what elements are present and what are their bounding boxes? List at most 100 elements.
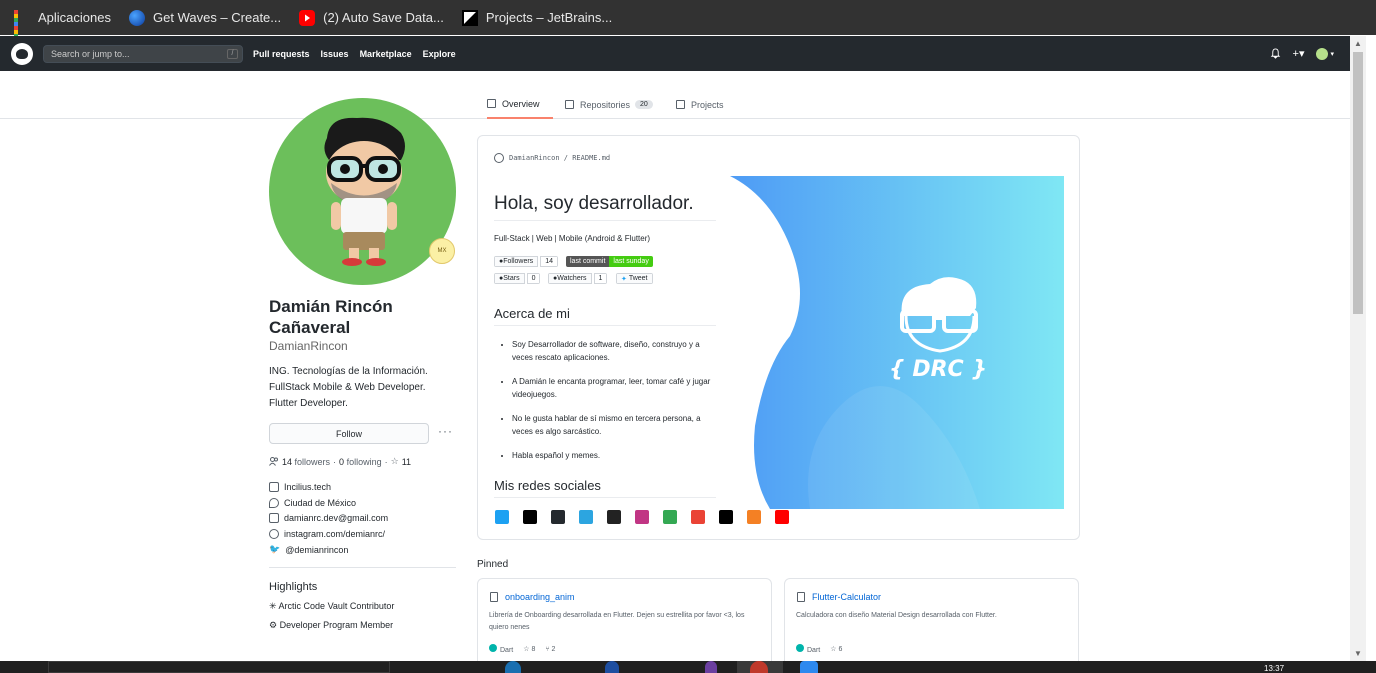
bookmark-label: Projects – JetBrains... [485, 10, 613, 25]
profile-avatar[interactable] [269, 98, 456, 285]
linkedin-icon[interactable] [523, 510, 537, 524]
facebook-icon[interactable] [719, 510, 733, 524]
os-taskbar [0, 661, 1376, 673]
status-badge[interactable]: MX [429, 238, 455, 264]
telegram-icon[interactable] [579, 510, 593, 524]
scroll-down-icon[interactable]: ▼ [1354, 649, 1362, 658]
detail-text[interactable]: @demianrincon [285, 545, 348, 555]
chrome-icon[interactable] [750, 661, 768, 673]
following-count: 0 [339, 456, 345, 467]
bio-line: FullStack Mobile & Web Developer. [269, 382, 426, 393]
link-icon [269, 529, 279, 539]
mail-icon [269, 513, 279, 523]
detail-text[interactable]: damianrc.dev@gmail.com [284, 513, 388, 523]
github-icon[interactable] [551, 510, 565, 524]
repo-description: Librería de Onboarding desarrollada en F… [489, 612, 745, 631]
gear-icon: ⚙ [269, 620, 280, 630]
followers-link[interactable]: 14 followers [282, 457, 330, 467]
banner-text: { DRC } [889, 357, 987, 382]
stars-count: 8 [531, 646, 536, 653]
language-label: Dart [807, 647, 821, 654]
tab-overview[interactable]: Overview [487, 90, 553, 119]
repo-name-link[interactable]: Flutter-Calculator [812, 592, 881, 602]
bookmark-label: (2) Auto Save Data... [323, 10, 444, 25]
scrollbar[interactable]: ▲ ▼ [1350, 36, 1366, 661]
repo-name-link[interactable]: onboarding_anim [505, 592, 575, 602]
create-new-button[interactable]: +▾ [1293, 47, 1305, 60]
badge-label: Followers [503, 258, 534, 265]
tab-repositories[interactable]: Repositories 20 [565, 90, 653, 119]
bookmark-youtube[interactable]: (2) Auto Save Data... [299, 9, 444, 26]
nav-explore[interactable]: Explore [423, 49, 456, 59]
detail-text: Ciudad de México [284, 498, 357, 508]
twitter-icon[interactable] [495, 510, 509, 524]
about-list: Soy Desarrollador de software, diseño, c… [512, 338, 717, 473]
highlight-item: ⚙ Developer Program Member [269, 620, 393, 631]
last-commit-badge[interactable]: last commit last sunday [566, 256, 653, 267]
github-icon-badge-label: ● Followers [494, 256, 539, 267]
watchers-badge[interactable]: ● Watchers 1 [548, 273, 608, 284]
codepen-icon[interactable] [607, 510, 621, 524]
gmail-icon[interactable] [691, 510, 705, 524]
detail-website[interactable]: instagram.com/demianrc/ [269, 529, 385, 539]
google-play-icon[interactable] [663, 510, 677, 524]
project-icon [676, 100, 685, 109]
bookmark-apps[interactable]: Aplicaciones [14, 9, 111, 46]
user-menu-button[interactable]: ▾ [1316, 47, 1334, 60]
stars-count: 6 [838, 646, 843, 653]
taskbar-search[interactable] [48, 661, 390, 673]
system-clock[interactable]: 13:37 [1264, 664, 1284, 673]
nav-issues[interactable]: Issues [321, 49, 349, 59]
tweet-badge[interactable]: ✦ Tweet [616, 273, 653, 284]
instagram-icon[interactable] [635, 510, 649, 524]
highlight-label[interactable]: Arctic Code Vault Contributor [279, 601, 395, 611]
profile-username: DamianRincon [269, 339, 348, 353]
repo-icon [797, 592, 805, 602]
readme-banner: { DRC } [730, 176, 1064, 509]
stars-badge[interactable]: ● Stars 0 [494, 273, 541, 284]
taskbar-app-icon[interactable] [705, 661, 717, 673]
nav-pull-requests[interactable]: Pull requests [253, 49, 310, 59]
profile-full-name: Damián Rincón Cañaveral [269, 297, 393, 337]
repo-stars[interactable]: ☆ 6 [830, 645, 842, 653]
github-logo-icon[interactable] [11, 42, 33, 65]
detail-text[interactable]: instagram.com/demianrc/ [284, 529, 385, 539]
scrollbar-thumb[interactable] [1353, 52, 1363, 314]
stackoverflow-icon[interactable] [747, 510, 761, 524]
following-link[interactable]: 0 following [339, 457, 382, 467]
highlight-item: ✳ Arctic Code Vault Contributor [269, 601, 394, 612]
search-input[interactable]: Search or jump to... / [43, 44, 243, 63]
bookmark-label: Aplicaciones [38, 10, 111, 25]
badge-label: last commit [566, 256, 610, 267]
detail-email[interactable]: damianrc.dev@gmail.com [269, 513, 388, 523]
followers-badge[interactable]: ● Followers 14 [494, 256, 558, 267]
nav-marketplace[interactable]: Marketplace [360, 49, 412, 59]
repo-count-badge: 20 [635, 100, 653, 109]
readme-card: DamianRincon / README.md Hola, soy desar… [477, 135, 1080, 540]
readme-path[interactable]: DamianRincon / README.md [494, 153, 610, 163]
detail-twitter[interactable]: 🐦 @demianrincon [269, 544, 348, 555]
taskbar-app-icon[interactable] [800, 661, 818, 673]
tab-projects[interactable]: Projects [676, 90, 724, 119]
scroll-up-icon[interactable]: ▲ [1354, 39, 1362, 48]
taskbar-app-icon[interactable] [605, 661, 619, 673]
bookmark-waves[interactable]: Get Waves – Create... [129, 9, 281, 26]
more-options-button[interactable]: ··· [438, 424, 453, 438]
highlight-label[interactable]: Developer Program Member [280, 620, 394, 630]
taskbar-app-icon[interactable] [505, 661, 521, 673]
stars-count[interactable]: 11 [402, 457, 411, 467]
repo-stars[interactable]: ☆ 8 [523, 645, 535, 653]
bell-icon[interactable] [1270, 48, 1281, 59]
avatar [1316, 47, 1329, 60]
snowflake-icon: ✳ [269, 601, 279, 611]
repo-forks[interactable]: ⑂ 2 [545, 646, 555, 653]
banner-graphic: { DRC } [730, 176, 1064, 509]
follow-button[interactable]: Follow [269, 423, 429, 444]
followers-label: followers [294, 456, 331, 467]
readme-title: Hola, soy desarrollador. [494, 193, 716, 221]
youtube-icon[interactable] [775, 510, 789, 524]
divider [269, 567, 456, 568]
bookmark-jetbrains[interactable]: Projects – JetBrains... [461, 9, 613, 26]
list-item: Habla español y memes. [512, 449, 717, 462]
jetbrains-icon [461, 9, 478, 26]
